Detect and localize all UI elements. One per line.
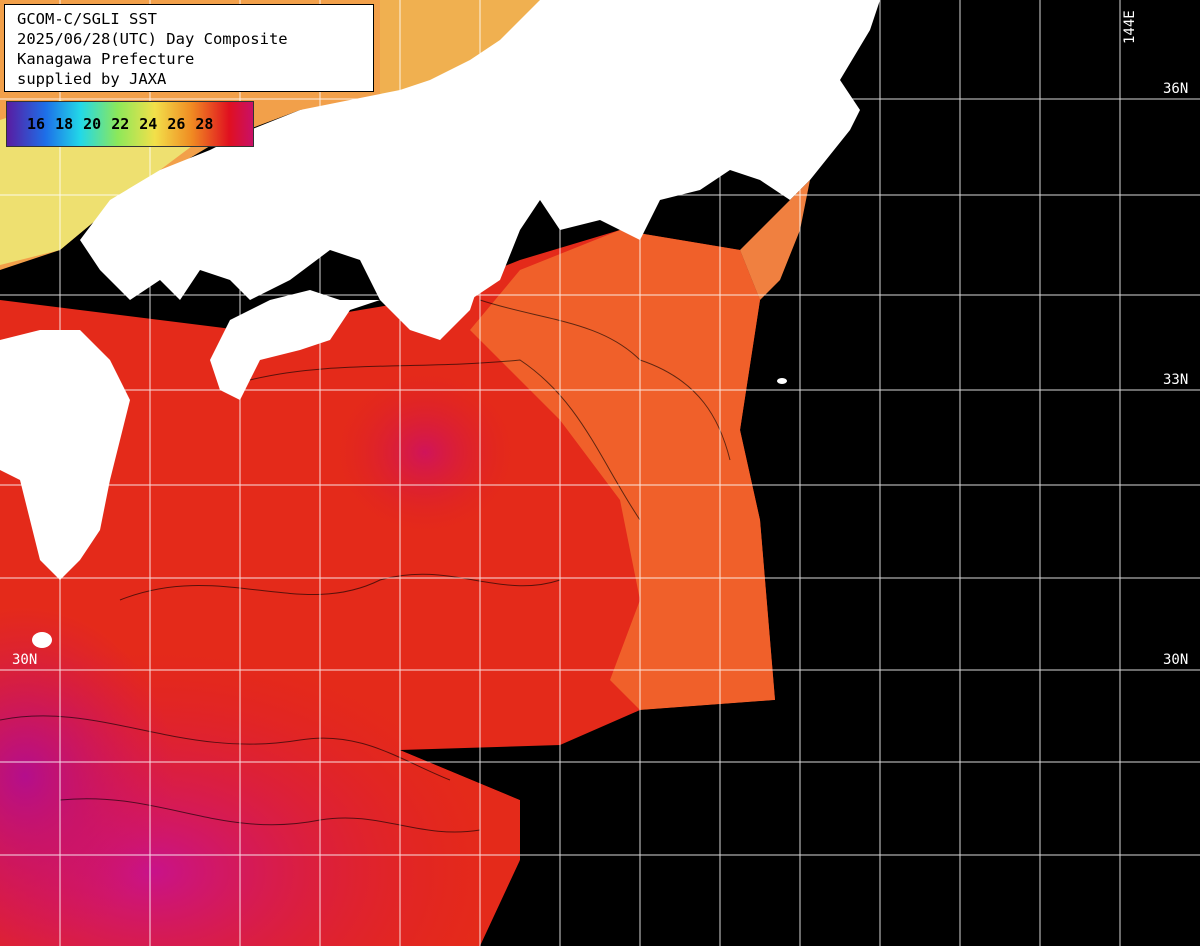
legend-label-18: 18 xyxy=(55,115,74,133)
title-box: GCOM-C/SGLI SST 2025/06/28(UTC) Day Comp… xyxy=(4,4,374,92)
legend-label-26: 26 xyxy=(167,115,186,133)
temperature-legend: 16 18 20 22 24 26 28 xyxy=(6,101,254,147)
title-line-2: 2025/06/28(UTC) Day Composite xyxy=(17,30,288,48)
lat-label-36n: 36N xyxy=(1163,81,1189,97)
title-line-3: Kanagawa Prefecture xyxy=(17,50,195,68)
lat-label-33n: 33N xyxy=(1163,372,1189,388)
legend-label-22: 22 xyxy=(111,115,130,133)
title-line-1: GCOM-C/SGLI SST xyxy=(17,10,157,28)
lat-label-30n-left: 30N xyxy=(12,652,38,668)
legend-label-24: 24 xyxy=(139,115,158,133)
island-tanegashima xyxy=(32,632,52,648)
lat-label-30n-right: 30N xyxy=(1163,652,1189,668)
lon-label-144e: 144E xyxy=(1122,10,1138,44)
legend-label-16: 16 xyxy=(27,115,46,133)
title-line-4: supplied by JAXA xyxy=(17,70,167,88)
legend-label-28: 28 xyxy=(195,115,214,133)
island-small-east xyxy=(777,378,787,384)
legend-label-20: 20 xyxy=(83,115,102,133)
